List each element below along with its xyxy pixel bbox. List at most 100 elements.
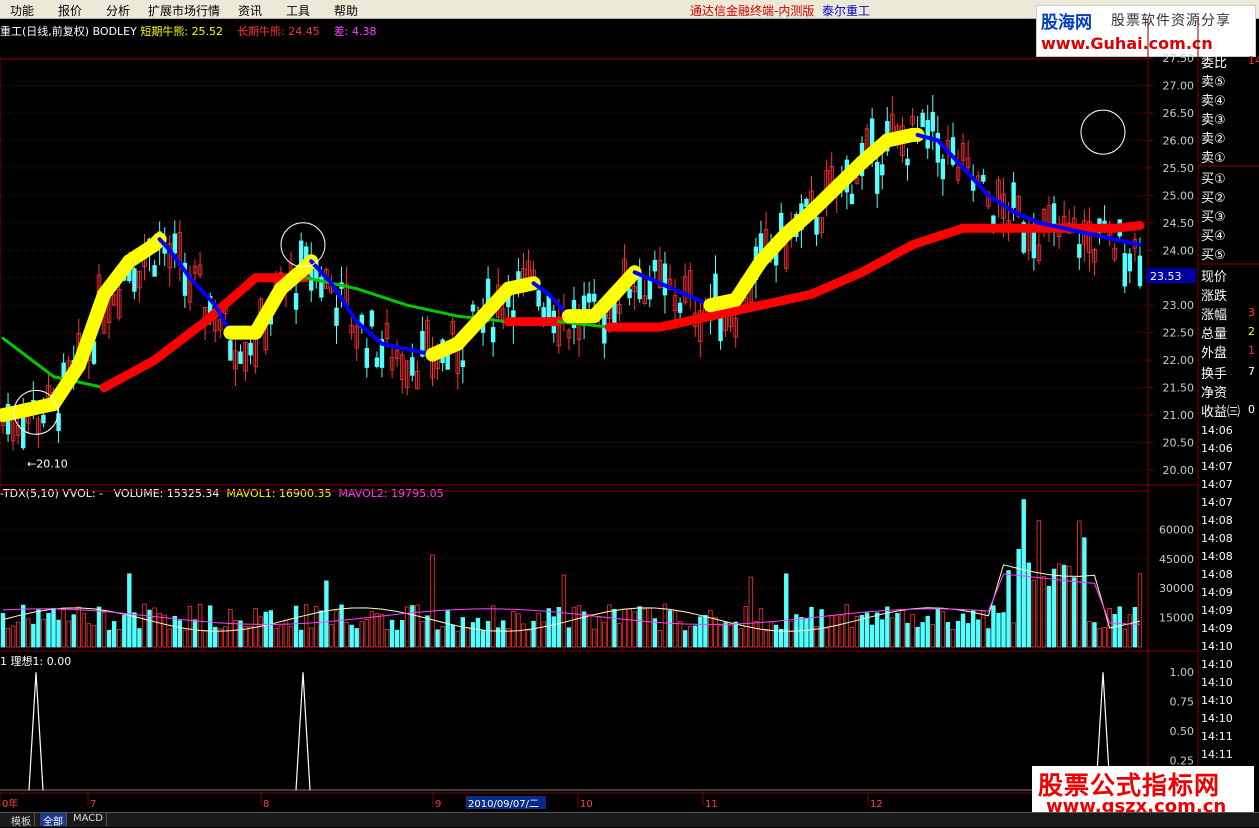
x-axis-label: 7: [90, 799, 96, 810]
candle-body: [940, 158, 946, 180]
candle-body: [981, 174, 986, 182]
volume-bar: [718, 624, 723, 648]
volume-bar: [688, 626, 693, 648]
order-ratio-label: 委比: [1201, 56, 1228, 71]
order-ratio-value: 14: [1248, 54, 1259, 67]
candle-body: [778, 212, 784, 231]
indicator-tick-label: 1.00: [1170, 666, 1195, 679]
volume-bar: [86, 623, 92, 648]
price-tick-label: 26.00: [1163, 134, 1195, 147]
volume-bar: [895, 613, 900, 648]
volume-bar: [501, 620, 506, 648]
candle-body: [541, 307, 546, 318]
volume-bar: [1056, 563, 1062, 648]
chart-area[interactable]: 27.50 27.00 26.50 26.00 25.50 25.00 24.50 24.00…: [0, 19, 1259, 812]
menu-help[interactable]: 帮助: [334, 2, 358, 19]
volume-bar: [723, 622, 728, 648]
tick-time: 14:07: [1201, 478, 1233, 491]
turnover-label: 换手: [1201, 367, 1228, 382]
volume-tick-label: 15000: [1159, 612, 1194, 625]
volume-bar: [485, 620, 491, 648]
tick-time: 14:07: [1201, 496, 1233, 509]
tick-time: 14:07: [1201, 460, 1233, 473]
candle-body: [41, 414, 46, 424]
volume-bar: [536, 612, 541, 648]
long-bull-bear-line: [756, 289, 816, 310]
volume-bar: [470, 622, 476, 648]
volume-bar: [223, 626, 228, 648]
menu-news[interactable]: 资讯: [238, 2, 262, 19]
volume-bar: [824, 627, 829, 648]
volume-bar: [849, 626, 855, 648]
volume-bar: [758, 608, 764, 648]
tab-macd[interactable]: MACD: [70, 813, 107, 826]
short-bull-bear-line: [71, 287, 112, 373]
volume-bar: [642, 608, 647, 648]
volume-bar: [71, 614, 76, 648]
volume-bar: [293, 605, 299, 648]
volume-bar: [521, 623, 526, 648]
volume-bar: [182, 629, 188, 648]
candle-body: [925, 120, 930, 149]
volume-bar: [708, 609, 713, 648]
volume-bar: [738, 628, 743, 648]
volume-bar: [5, 628, 11, 648]
volume-bar: [465, 627, 471, 648]
candle-body: [814, 216, 819, 235]
menu-tools[interactable]: 工具: [286, 2, 310, 19]
volume-bar: [111, 621, 117, 648]
candle-body: [410, 357, 415, 376]
volume-bar: [349, 624, 354, 648]
candle-body: [490, 327, 496, 343]
volume-bar: [612, 608, 617, 648]
volume-bar: [703, 615, 708, 648]
menu-quote[interactable]: 报价: [58, 2, 82, 19]
menu-extended-market[interactable]: 扩展市场行情: [148, 2, 220, 19]
volume-bar: [238, 620, 243, 648]
volume-bar: [1112, 614, 1117, 648]
volume-bar: [784, 573, 789, 648]
change-pct-label: 涨幅: [1201, 308, 1228, 323]
volume-bar: [394, 629, 400, 648]
tick-time: 14:09: [1201, 622, 1233, 635]
volume-bar: [970, 610, 976, 648]
volume-bar: [576, 605, 582, 648]
volume-bar: [925, 615, 930, 648]
volume-bar: [733, 621, 738, 648]
tab-all[interactable]: 全部: [40, 813, 67, 828]
volume-bar: [763, 630, 769, 648]
volume-bar: [425, 615, 430, 648]
short-bull-bear-line: [379, 341, 410, 352]
volume-bar: [829, 614, 834, 648]
bottom-tabs: 模板 全部 MACD: [0, 812, 1259, 828]
price-tick-label: 22.50: [1163, 327, 1195, 340]
volume-bar: [950, 629, 956, 648]
volume-bar: [96, 606, 102, 648]
candle-body: [21, 416, 26, 449]
candle-body: [935, 132, 941, 163]
volume-bar: [657, 630, 663, 648]
volume-bar: [930, 624, 935, 648]
candle-body: [662, 263, 668, 296]
last-price-label: 现价: [1201, 270, 1228, 285]
candle-body: [677, 302, 683, 313]
volume-bar: [834, 614, 839, 648]
ask3-label: 卖③: [1201, 113, 1226, 128]
menu-function[interactable]: 功能: [10, 2, 34, 19]
volume-bar: [940, 611, 946, 648]
bid4-label: 买④: [1201, 229, 1226, 244]
volume-bar: [410, 605, 415, 648]
x-axis-label: 12: [870, 799, 883, 810]
short-bull-bear-line: [1112, 237, 1142, 247]
volume-bar: [1021, 499, 1026, 648]
candle-body: [238, 351, 243, 364]
menu-analysis[interactable]: 分析: [106, 2, 130, 19]
tick-time: 14:06: [1201, 424, 1233, 437]
candle-body: [1122, 253, 1127, 287]
volume-bar: [389, 619, 395, 648]
volume-bar: [976, 619, 981, 648]
volume-bar: [1016, 548, 1021, 648]
tab-template[interactable]: 模板: [8, 813, 35, 828]
candle-body: [1127, 253, 1133, 272]
bid3-label: 买③: [1201, 210, 1226, 225]
